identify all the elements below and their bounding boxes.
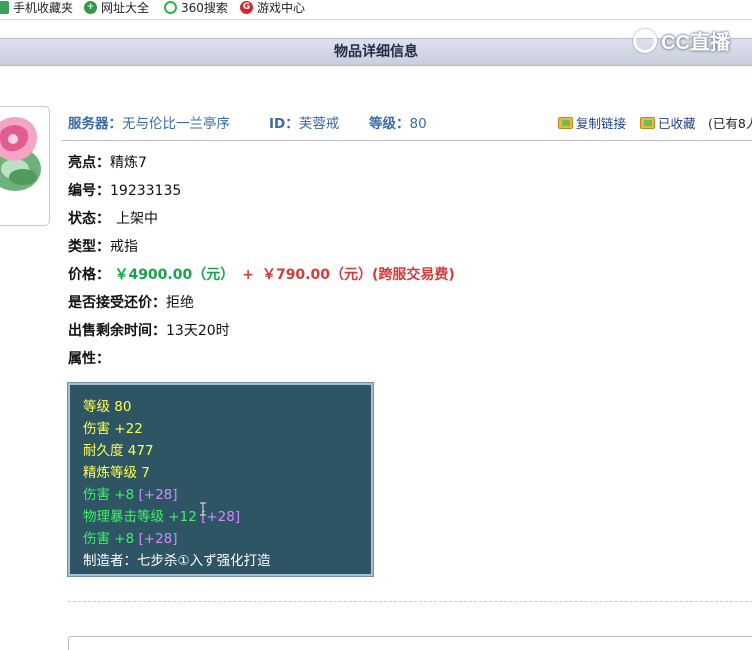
cc-watermark: CC直播 xyxy=(633,26,730,55)
remaining-time-value: 13天20时 xyxy=(166,323,230,339)
favorite-label: 360搜索 xyxy=(181,0,228,15)
favorite-label: 手机收藏夹 xyxy=(13,0,74,15)
favorites-bar: 手机收藏夹 + 网址大全 360搜索 G 游戏中心 xyxy=(0,0,752,20)
attr-crit-level: 物理暴击等级 +12 [+28] xyxy=(83,509,241,525)
favorite-count: (已有8人 xyxy=(708,116,752,131)
server-value: 无与伦比一兰亭序 xyxy=(122,116,230,132)
attribute-panel: 等级 80 伤害 +22 耐久度 477 精炼等级 7 伤害 +8 [+28] … xyxy=(67,382,374,577)
status-line: 状态： 上架中 xyxy=(68,211,158,227)
360-search-icon xyxy=(164,0,177,14)
favorite-folder-icon xyxy=(640,116,655,129)
price-line: 价格： ￥4900.00（元） + ￥790.00（元）(跨服交易费) xyxy=(68,267,455,283)
fee-value: ￥790.00（元）(跨服交易费) xyxy=(261,267,455,283)
copy-link-icon xyxy=(558,116,573,129)
favorite-url-directory[interactable]: + 网址大全 xyxy=(84,0,150,15)
favorite-game-center[interactable]: G 游戏中心 xyxy=(240,0,306,15)
attr-level: 等级 80 xyxy=(83,399,132,415)
ring-icon xyxy=(0,117,41,191)
watermark-text: CC直播 xyxy=(661,32,730,54)
favorite-label: 网址大全 xyxy=(101,0,150,15)
number-value: 19233135 xyxy=(110,183,182,199)
attr-bonus-damage: 伤害 +8 [+28] xyxy=(83,487,178,503)
copy-link-button[interactable]: 复制链接 xyxy=(558,113,626,132)
bottom-panel xyxy=(68,636,752,650)
plus-icon: + xyxy=(84,0,97,14)
attr-damage: 伤害 +22 xyxy=(83,421,143,437)
server-info: 服务器：无与伦比一兰亭序 xyxy=(68,116,230,132)
phone-icon xyxy=(0,0,9,14)
favorite-360-search[interactable]: 360搜索 xyxy=(164,0,228,15)
attr-durability: 耐久度 477 xyxy=(83,443,154,459)
counter-offer-value: 拒绝 xyxy=(166,295,194,311)
type-value: 戒指 xyxy=(110,239,138,255)
favorite-mobile[interactable]: 手机收藏夹 xyxy=(0,0,74,15)
level-info: 等级：80 xyxy=(369,116,427,132)
game-center-icon: G xyxy=(240,0,253,14)
item-image[interactable] xyxy=(0,106,50,226)
remaining-time-line: 出售剩余时间：13天20时 xyxy=(68,323,230,339)
cc-logo-icon xyxy=(633,28,658,53)
divider xyxy=(68,601,752,602)
item-id-value: 芙蓉戒 xyxy=(298,116,340,132)
attributes-heading: 属性： xyxy=(68,351,110,367)
favorited-button[interactable]: 已收藏 xyxy=(640,113,696,132)
attr-maker: 制造者：七步杀①入ず强化打造 xyxy=(83,553,271,569)
favorite-label: 游戏中心 xyxy=(257,0,306,15)
highlight-value: 精炼7 xyxy=(110,155,147,171)
attr-refine-level: 精炼等级 7 xyxy=(83,465,150,481)
status-value: 上架中 xyxy=(116,211,158,227)
highlight-line: 亮点：精炼7 xyxy=(68,155,147,171)
number-line: 编号：19233135 xyxy=(68,183,182,199)
divider xyxy=(62,140,752,141)
price-value: ￥4900.00（元） xyxy=(114,267,235,283)
text-cursor-icon xyxy=(200,502,206,516)
counter-offer-line: 是否接受还价：拒绝 xyxy=(68,295,194,311)
level-value: 80 xyxy=(409,116,427,132)
item-id-info: ID：芙蓉戒 xyxy=(269,116,340,132)
attr-bonus-damage-2: 伤害 +8 [+28] xyxy=(83,531,178,547)
type-line: 类型：戒指 xyxy=(68,239,138,255)
